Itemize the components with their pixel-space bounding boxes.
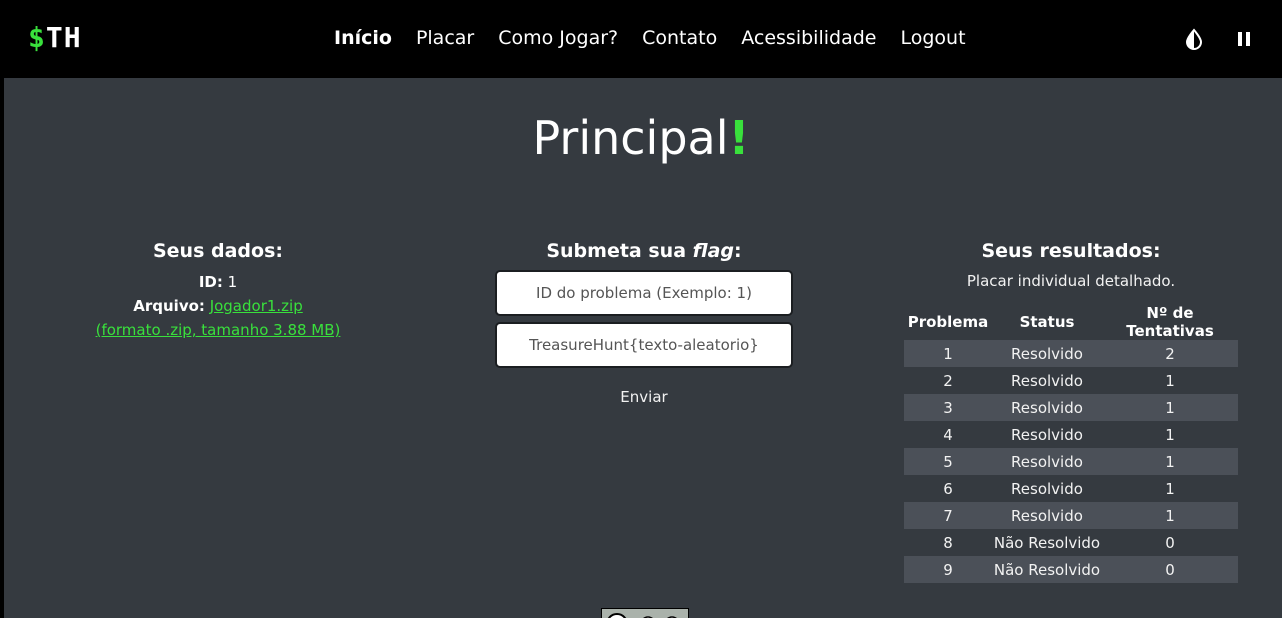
cell-problema: 2: [943, 371, 953, 390]
arquivo-label: Arquivo:: [133, 297, 205, 315]
header-tentativas: Nº de Tentativas: [1126, 304, 1214, 340]
submit-flag-title: Submeta sua flag:: [494, 238, 794, 264]
site-logo[interactable]: $ TH: [28, 21, 82, 55]
table-row: 6 Resolvido 1: [904, 475, 1238, 502]
cell-tentativas: 1: [1165, 425, 1175, 444]
cell-status: Resolvido: [1011, 371, 1083, 390]
seus-dados-section: Seus dados: ID: 1 Arquivo: Jogador1.zip …: [68, 238, 368, 342]
page-title-text: Principal: [532, 111, 729, 165]
table-row: 2 Resolvido 1: [904, 367, 1238, 394]
page-title: Principal!: [0, 108, 1282, 168]
resultados-subtitle: Placar individual detalhado.: [966, 272, 1176, 290]
table-row: 8 Não Resolvido 0: [904, 529, 1238, 556]
cell-problema: 1: [904, 340, 992, 367]
cell-problema: 8: [943, 533, 953, 552]
nav-link-placar[interactable]: Placar: [416, 25, 474, 51]
seus-resultados-section: Seus resultados: Placar individual detal…: [900, 238, 1242, 583]
nav-link-acessibilidade[interactable]: Acessibilidade: [741, 25, 876, 51]
main-nav: Início Placar Como Jogar? Contato Acessi…: [334, 25, 990, 51]
cell-status: Resolvido: [992, 394, 1102, 421]
player-id: ID: 1: [68, 270, 368, 294]
seus-resultados-title: Seus resultados:: [981, 240, 1161, 262]
seus-dados-title: Seus dados:: [152, 240, 283, 262]
arquivo-format-link[interactable]: (formato .zip, tamanho 3.88 MB): [96, 321, 341, 339]
arquivo-download-link[interactable]: Jogador1.zip: [210, 297, 303, 315]
submit-flag-section: Submeta sua flag: Enviar: [494, 238, 794, 406]
pause-icon[interactable]: [1233, 28, 1255, 50]
left-edge: [0, 0, 4, 618]
table-row: 9 Não Resolvido 0: [904, 556, 1238, 583]
cell-status: Não Resolvido: [992, 556, 1102, 583]
nav-link-inicio[interactable]: Início: [334, 25, 392, 51]
cell-tentativas: 0: [1165, 533, 1175, 552]
logo-text: TH: [45, 21, 82, 54]
cell-status: Resolvido: [992, 502, 1102, 529]
cell-problema: 7: [904, 502, 992, 529]
table-row: 1 Resolvido 2: [904, 340, 1238, 367]
submit-title-prefix: Submeta sua: [546, 240, 693, 262]
navbar: $ TH Início Placar Como Jogar? Contato A…: [4, 0, 1282, 78]
logo-dollar: $: [28, 21, 46, 54]
cell-tentativas: 1: [1165, 371, 1175, 390]
cell-tentativas: 1: [1165, 479, 1175, 498]
cell-status: Resolvido: [1011, 479, 1083, 498]
header-problema: Problema: [907, 313, 989, 331]
cell-problema: 6: [943, 479, 953, 498]
cell-status: Resolvido: [992, 340, 1102, 367]
contrast-icon[interactable]: [1183, 28, 1205, 50]
submit-title-flag: flag: [692, 240, 735, 262]
cell-tentativas: 0: [1102, 556, 1238, 583]
table-row: 3 Resolvido 1: [904, 394, 1238, 421]
cell-tentativas: 1: [1102, 502, 1238, 529]
header-status: Status: [1019, 313, 1075, 331]
player-id-label: ID:: [198, 273, 223, 291]
table-row: 7 Resolvido 1: [904, 502, 1238, 529]
cell-status: Resolvido: [1011, 425, 1083, 444]
nav-link-como-jogar[interactable]: Como Jogar?: [498, 25, 618, 51]
cell-problema: 3: [904, 394, 992, 421]
creative-commons-badge[interactable]: [601, 608, 689, 618]
results-table: Problema Status Nº de Tentativas 1 Resolv…: [904, 304, 1238, 583]
page-title-accent: !: [728, 111, 750, 165]
problem-id-input[interactable]: [495, 270, 793, 316]
flag-input[interactable]: [495, 322, 793, 368]
cell-status: Não Resolvido: [993, 533, 1101, 552]
arquivo-line: Arquivo: Jogador1.zip: [68, 294, 368, 318]
cell-problema: 9: [904, 556, 992, 583]
table-row: 4 Resolvido 1: [904, 421, 1238, 448]
cell-tentativas: 1: [1102, 448, 1238, 475]
player-id-value: 1: [227, 273, 238, 291]
enviar-button[interactable]: Enviar: [620, 388, 667, 406]
cell-problema: 4: [943, 425, 953, 444]
nav-link-contato[interactable]: Contato: [642, 25, 717, 51]
cell-problema: 5: [904, 448, 992, 475]
nav-link-logout[interactable]: Logout: [900, 25, 965, 51]
cell-tentativas: 1: [1102, 394, 1238, 421]
table-row: 5 Resolvido 1: [904, 448, 1238, 475]
cell-tentativas: 2: [1102, 340, 1238, 367]
cell-status: Resolvido: [992, 448, 1102, 475]
submit-title-suffix: :: [734, 240, 742, 262]
